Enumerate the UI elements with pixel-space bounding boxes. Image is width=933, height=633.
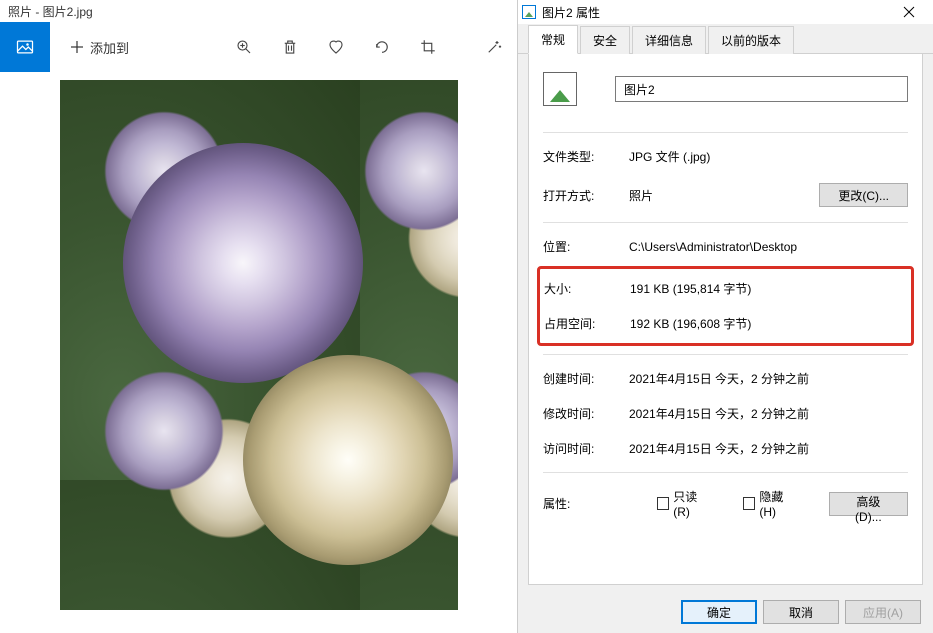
tab-security[interactable]: 安全 (580, 26, 630, 54)
filename-input[interactable] (615, 76, 908, 102)
open-with-label: 打开方式: (543, 187, 629, 204)
file-type-icon (522, 5, 536, 19)
properties-body: 文件类型: JPG 文件 (.jpg) 打开方式: 照片 更改(C)... 位置… (528, 54, 923, 585)
add-to-button[interactable]: 添加到 (50, 38, 149, 57)
file-icon (543, 72, 577, 106)
accessed-label: 访问时间: (543, 440, 629, 457)
add-to-label: 添加到 (90, 38, 129, 57)
location-label: 位置: (543, 238, 629, 255)
photo-viewport[interactable] (0, 72, 517, 633)
photos-title: 照片 - 图片2.jpg (8, 5, 93, 19)
location-row: 位置: C:\Users\Administrator\Desktop (543, 229, 908, 264)
tab-details[interactable]: 详细信息 (632, 26, 706, 54)
change-button[interactable]: 更改(C)... (819, 183, 908, 207)
accessed-value: 2021年4月15日 今天，2 分钟之前 (629, 440, 908, 457)
plus-icon (70, 40, 84, 54)
size-row: 大小: 191 KB (195,814 字节) (544, 271, 907, 306)
cancel-button[interactable]: 取消 (763, 600, 839, 624)
crop-button[interactable] (405, 22, 451, 72)
disk-size-label: 占用空间: (544, 315, 630, 332)
checkbox-box-icon (657, 497, 670, 510)
size-value: 191 KB (195,814 字节) (630, 280, 907, 297)
photo-image (60, 80, 458, 610)
modified-label: 修改时间: (543, 405, 629, 422)
trash-icon (281, 38, 299, 56)
image-icon (15, 37, 35, 57)
readonly-label: 只读(R) (673, 488, 712, 519)
ok-button[interactable]: 确定 (681, 600, 757, 624)
open-with-row: 打开方式: 照片 更改(C)... (543, 174, 908, 216)
photos-app-window: 照片 - 图片2.jpg 添加到 (0, 0, 518, 633)
photos-home-button[interactable] (0, 22, 50, 72)
filename-row (543, 72, 908, 106)
created-value: 2021年4月15日 今天，2 分钟之前 (629, 370, 908, 387)
rotate-icon (373, 38, 391, 56)
dialog-button-row: 确定 取消 应用(A) (518, 591, 933, 633)
disk-size-row: 占用空间: 192 KB (196,608 字节) (544, 306, 907, 341)
close-button[interactable] (889, 0, 929, 24)
properties-tabs: 常规 安全 详细信息 以前的版本 (518, 24, 933, 54)
file-type-label: 文件类型: (543, 148, 629, 165)
apply-button[interactable]: 应用(A) (845, 600, 921, 624)
modified-value: 2021年4月15日 今天，2 分钟之前 (629, 405, 908, 422)
file-type-row: 文件类型: JPG 文件 (.jpg) (543, 139, 908, 174)
created-row: 创建时间: 2021年4月15日 今天，2 分钟之前 (543, 361, 908, 396)
attributes-label: 属性: (543, 495, 627, 512)
hidden-label: 隐藏(H) (759, 488, 798, 519)
file-type-value: JPG 文件 (.jpg) (629, 148, 908, 165)
properties-title: 图片2 属性 (542, 4, 883, 21)
wand-icon (485, 38, 503, 56)
advanced-button[interactable]: 高级(D)... (829, 492, 908, 516)
photos-toolbar: 添加到 (0, 22, 517, 72)
properties-titlebar: 图片2 属性 (518, 0, 933, 24)
properties-dialog: 图片2 属性 常规 安全 详细信息 以前的版本 文件类型: JPG 文件 (.j… (518, 0, 933, 633)
open-with-value: 照片 (629, 187, 819, 204)
magnifier-icon (235, 38, 253, 56)
accessed-row: 访问时间: 2021年4月15日 今天，2 分钟之前 (543, 431, 908, 466)
delete-button[interactable] (267, 22, 313, 72)
photos-titlebar: 照片 - 图片2.jpg (0, 0, 517, 22)
zoom-button[interactable] (221, 22, 267, 72)
disk-size-value: 192 KB (196,608 字节) (630, 315, 907, 332)
crop-icon (419, 38, 437, 56)
location-value: C:\Users\Administrator\Desktop (629, 240, 908, 254)
attributes-row: 属性: 只读(R) 隐藏(H) 高级(D)... (543, 479, 908, 528)
readonly-checkbox[interactable]: 只读(R) (657, 488, 713, 519)
favorite-button[interactable] (313, 22, 359, 72)
size-highlight-box: 大小: 191 KB (195,814 字节) 占用空间: 192 KB (19… (537, 266, 914, 346)
close-icon (903, 6, 915, 18)
checkbox-box-icon (743, 497, 756, 510)
size-label: 大小: (544, 280, 630, 297)
heart-icon (327, 38, 345, 56)
hidden-checkbox[interactable]: 隐藏(H) (743, 488, 799, 519)
edit-button[interactable] (471, 22, 517, 72)
created-label: 创建时间: (543, 370, 629, 387)
rotate-button[interactable] (359, 22, 405, 72)
tab-previous-versions[interactable]: 以前的版本 (708, 26, 794, 54)
tab-general[interactable]: 常规 (528, 25, 578, 54)
modified-row: 修改时间: 2021年4月15日 今天，2 分钟之前 (543, 396, 908, 431)
